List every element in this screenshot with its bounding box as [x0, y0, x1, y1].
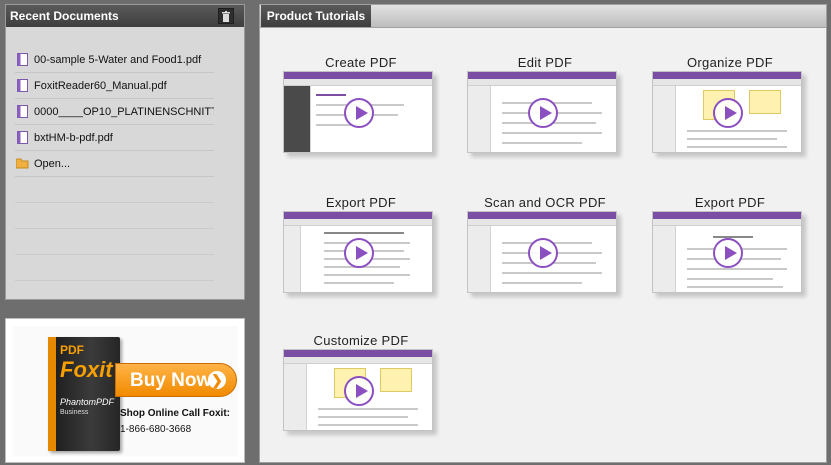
tutorial-tile-export-pdf[interactable]: Export PDF [281, 195, 441, 305]
tutorial-thumbnail[interactable] [283, 71, 433, 153]
recent-documents-panel: Recent Documents 00-sample 5-Water and F… [5, 4, 245, 300]
pdf-file-icon [15, 53, 29, 67]
tutorial-title: Scan and OCR PDF [484, 195, 606, 210]
recent-doc-item[interactable]: 00-sample 5-Water and Food1.pdf [15, 47, 214, 73]
box-edition: Business [60, 409, 89, 416]
pdf-file-icon [15, 79, 29, 93]
play-icon [528, 238, 558, 268]
recent-documents-list: 00-sample 5-Water and Food1.pdf FoxitRea… [6, 27, 244, 281]
open-file-item[interactable]: Open... [15, 151, 214, 177]
tutorial-tile-customize-pdf[interactable]: Customize PDF [281, 333, 441, 443]
tutorial-title: Export PDF [694, 195, 766, 210]
pdf-file-icon [15, 105, 29, 119]
play-icon [344, 238, 374, 268]
tutorial-thumbnail[interactable] [467, 71, 617, 153]
play-icon [713, 238, 743, 268]
tutorial-title: Create PDF [325, 55, 397, 70]
recent-documents-title: Recent Documents [10, 9, 119, 23]
open-file-label: Open... [34, 157, 71, 170]
empty-slot [15, 255, 214, 281]
box-product: PhantomPDF [60, 397, 115, 407]
empty-slot [15, 177, 214, 203]
empty-slot [15, 203, 214, 229]
tutorial-thumbnail[interactable] [652, 71, 802, 153]
recent-doc-item[interactable]: 0000____OP10_PLATINENSCHNITT_... [15, 99, 214, 125]
shop-phone-number: 1-866-680-3668 [120, 424, 192, 435]
buy-now-button[interactable]: Buy Now ❯ [115, 363, 237, 397]
recent-doc-label: 0000____OP10_PLATINENSCHNITT_... [34, 105, 214, 118]
play-icon [344, 376, 374, 406]
recent-doc-item[interactable]: FoxitReader60_Manual.pdf [15, 73, 214, 99]
product-tutorials-panel: Product Tutorials Create PDF Edit PDF Or… [259, 4, 827, 463]
recent-doc-label: 00-sample 5-Water and Food1.pdf [34, 53, 202, 66]
tutorial-tile-scan-ocr-pdf[interactable]: Scan and OCR PDF [465, 195, 625, 305]
folder-icon [15, 157, 29, 171]
shop-online-label: Shop Online Call Foxit: [120, 408, 230, 419]
tutorial-thumbnail[interactable] [467, 211, 617, 293]
buy-now-label: Buy Now [130, 370, 212, 391]
recent-doc-label: FoxitReader60_Manual.pdf [34, 79, 167, 92]
pdf-file-icon [15, 131, 29, 145]
empty-slot [15, 229, 214, 255]
shop-online-text: Shop Online Call Foxit: 1-866-680-3668 [120, 406, 230, 438]
box-brand: Foxit [60, 357, 113, 382]
recent-documents-header: Recent Documents [6, 5, 244, 27]
tutorials-tab-bar: Product Tutorials [260, 5, 826, 28]
tutorial-tile-edit-pdf[interactable]: Edit PDF [465, 55, 625, 165]
tutorial-tile-create-pdf[interactable]: Create PDF [281, 55, 441, 165]
tutorial-tile-organize-pdf[interactable]: Organize PDF [650, 55, 810, 165]
recent-doc-label: bxtHM-b-pdf.pdf [34, 131, 113, 144]
phantompdf-box-image: PDF Foxit PhantomPDF Business [48, 337, 120, 451]
foxit-ad-panel: PDF Foxit PhantomPDF Business Buy Now ❯ … [5, 318, 245, 463]
chevron-right-icon: ❯ [208, 371, 226, 389]
recent-doc-item[interactable]: bxtHM-b-pdf.pdf [15, 125, 214, 151]
box-pdf-tag: PDF [60, 343, 84, 357]
tutorial-thumbnail[interactable] [283, 349, 433, 431]
play-icon [344, 98, 374, 128]
play-icon [713, 98, 743, 128]
tutorial-title: Edit PDF [517, 55, 573, 70]
tab-product-tutorials[interactable]: Product Tutorials [261, 5, 371, 27]
tutorial-tile-export-pdf-2[interactable]: Export PDF [650, 195, 810, 305]
ad-banner[interactable]: PDF Foxit PhantomPDF Business Buy Now ❯ … [13, 326, 238, 456]
tutorial-title: Organize PDF [687, 55, 773, 70]
play-icon [528, 98, 558, 128]
tutorial-thumbnail[interactable] [283, 211, 433, 293]
tutorial-thumbnail[interactable] [652, 211, 802, 293]
clear-recent-button[interactable] [218, 8, 234, 24]
tutorial-title: Export PDF [325, 195, 397, 210]
tutorial-title: Customize PDF [313, 333, 409, 348]
